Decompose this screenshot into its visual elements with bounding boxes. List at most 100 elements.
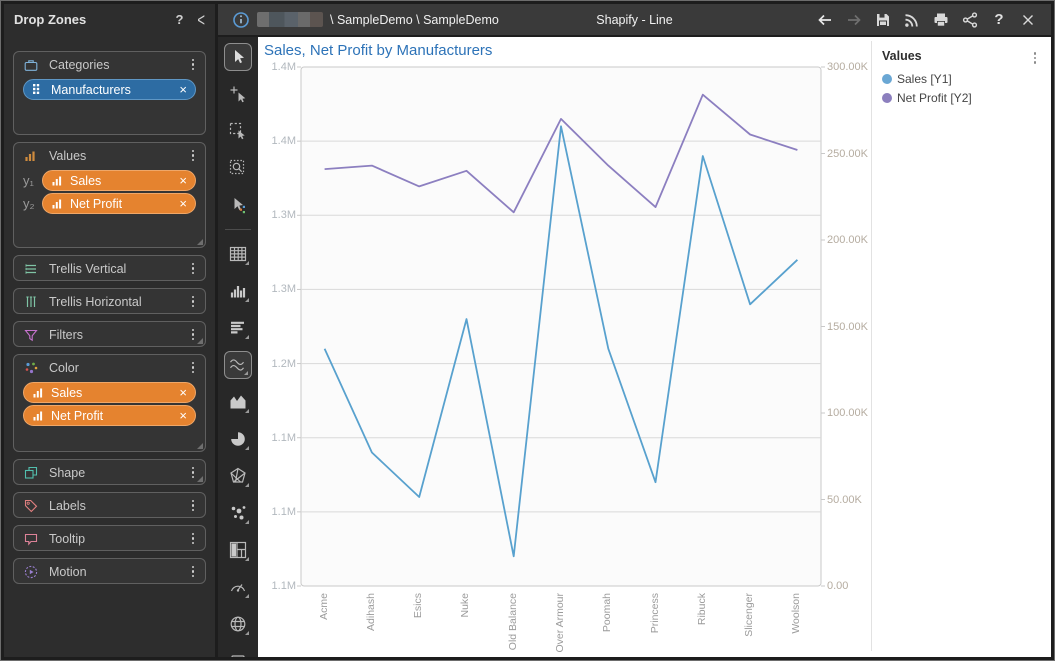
mini-bars-icon [52,198,62,209]
marquee-select-tool[interactable] [224,117,252,145]
redacted-text [257,12,323,27]
chip-row: y₂ Net Profit × [23,193,196,214]
field-chip-manufacturers[interactable]: Manufacturers × [23,79,196,100]
legend-dot-icon [882,92,892,103]
categories-icon [23,58,39,72]
scatter-chart-tool[interactable] [224,499,252,527]
panel-menu-icon[interactable] [187,260,200,278]
panel-values: Values y₁ Sales × y₂ Net Profit × [13,142,206,248]
chip-remove-icon[interactable]: × [179,409,187,422]
submenu-corner-icon [245,520,249,524]
chip-label: Manufacturers [51,82,131,97]
top-bar-actions: ? [816,11,1051,29]
chip-label: Net Profit [70,196,123,211]
treemap-tool[interactable] [224,536,252,564]
sidebar-collapse-button[interactable]: < [197,9,205,30]
help-icon[interactable]: ? [990,11,1008,29]
chip-remove-icon[interactable]: × [179,83,187,96]
panel-title: Color [49,360,79,375]
legend-label: Net Profit [Y2] [897,90,972,105]
legend-menu-icon[interactable] [1029,49,1042,67]
chip-remove-icon[interactable]: × [179,174,187,187]
submenu-corner-icon [245,594,249,598]
chart-workspace: Sales, Net Profit by Manufacturers 1.4M 1… [258,37,1051,657]
sidebar-help-button[interactable]: ? [175,12,183,27]
tool-strip [218,37,258,657]
pointer-tool[interactable] [224,43,252,71]
close-icon[interactable] [1019,11,1037,29]
line-chart-plot[interactable] [258,37,871,659]
field-chip-net-profit[interactable]: Net Profit × [42,193,196,214]
panel-menu-icon[interactable] [187,530,200,548]
pointer-add-tool[interactable] [224,80,252,108]
x-axis-category-label: Adihash [364,593,377,631]
panel-filters: Filters [13,321,206,347]
column-chart-tool[interactable] [224,277,252,305]
panel-title: Trellis Vertical [49,261,127,276]
panel-title: Labels [49,498,86,513]
y1-axis-tick-label: 1.3M [271,283,296,296]
radar-chart-tool[interactable] [224,462,252,490]
map-tool[interactable] [224,610,252,638]
feed-icon[interactable] [903,11,921,29]
chip-remove-icon[interactable]: × [179,386,187,399]
panel-trellis-vertical: Trellis Vertical [13,255,206,281]
chip-label: Sales [51,385,83,400]
panel-menu-icon[interactable] [187,497,200,515]
trellis-vertical-icon [23,262,39,276]
chip-label: Net Profit [51,408,104,423]
legend-dot-icon [882,73,892,84]
pie-chart-tool[interactable] [224,425,252,453]
save-icon[interactable] [874,11,892,29]
color-icon [23,361,39,375]
gauge-tool[interactable] [224,573,252,601]
top-bar-left: \ SampleDemo \ SampleDemo [218,11,499,29]
submenu-corner-icon [245,261,249,265]
sidebar-header: Drop Zones ? < [4,4,215,34]
panel-menu-icon[interactable] [187,147,200,165]
print-icon[interactable] [932,11,950,29]
motion-icon [23,565,39,579]
grid-tool[interactable] [224,240,252,268]
field-chip-sales[interactable]: Sales × [23,382,196,403]
forward-icon[interactable] [845,11,863,29]
submenu-corner-icon [245,335,249,339]
back-icon[interactable] [816,11,834,29]
y2-axis-tick-label: 50.00K [827,493,862,506]
toolbar-divider [225,229,251,230]
share-icon[interactable] [961,11,979,29]
legend-item[interactable]: Net Profit [Y2] [882,91,1041,105]
submenu-corner-icon [245,631,249,635]
x-axis-category-label: Acme [317,593,330,620]
chip-remove-icon[interactable]: × [179,197,187,210]
panel-menu-icon[interactable] [187,326,200,344]
panel-menu-icon[interactable] [187,293,200,311]
submenu-corner-icon [245,557,249,561]
panel-labels: Labels [13,492,206,518]
panel-menu-icon[interactable] [187,464,200,482]
y2-axis-tick-label: 100.00K [827,407,868,419]
panel-menu-icon[interactable] [187,56,200,74]
x-axis-category-label: Old Balance [506,593,519,651]
submenu-corner-icon [245,483,249,487]
mini-bars-icon [52,175,62,186]
panel-menu-icon[interactable] [187,359,200,377]
zoom-select-tool[interactable] [224,154,252,182]
extra-tool-clipped[interactable] [224,647,252,657]
filters-icon [23,328,39,342]
bar-chart-tool[interactable] [224,314,252,342]
legend-item[interactable]: Sales [Y1] [882,72,1041,86]
area-chart-tool[interactable] [224,388,252,416]
legend-items: Sales [Y1] Net Profit [Y2] [882,72,1041,105]
panel-categories: Categories Manufacturers × [13,51,206,135]
labels-icon [23,499,39,513]
multi-select-tool[interactable] [224,191,252,219]
y1-axis-tick-label: 1.2M [271,357,296,370]
grid-dots-icon [33,84,43,95]
field-chip-net-profit[interactable]: Net Profit × [23,405,196,426]
panel-menu-icon[interactable] [187,563,200,581]
field-chip-sales[interactable]: Sales × [42,170,196,191]
y1-axis-tick-label: 1.1M [271,505,296,518]
info-icon[interactable] [232,11,250,29]
line-chart-tool[interactable] [224,351,252,379]
